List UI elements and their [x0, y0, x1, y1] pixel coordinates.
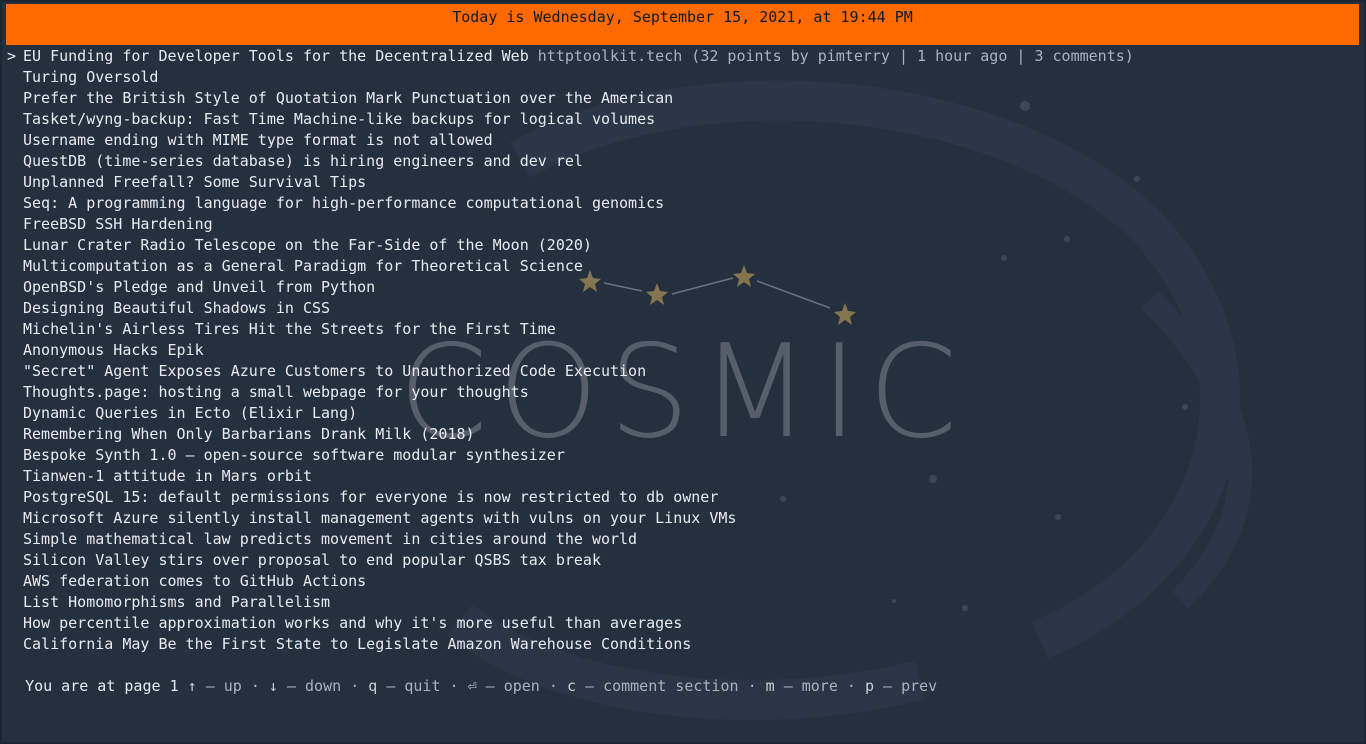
hint-key: ⏎ — [467, 677, 477, 695]
story-title[interactable]: Tianwen-1 attitude in Mars orbit — [23, 467, 312, 485]
hint-action: open — [503, 677, 540, 695]
date-header: Today is Wednesday, September 15, 2021, … — [6, 4, 1359, 45]
hint-dash: – — [205, 677, 215, 695]
story-title[interactable]: FreeBSD SSH Hardening — [23, 215, 213, 233]
story-row[interactable]: Silicon Valley stirs over proposal to en… — [7, 550, 1134, 571]
story-title[interactable]: QuestDB (time-series database) is hiring… — [23, 152, 583, 170]
story-row[interactable]: OpenBSD's Pledge and Unveil from Python — [7, 277, 1134, 298]
hint-dash: – — [585, 677, 595, 695]
page-prefix: You are at page — [25, 677, 161, 695]
story-title[interactable]: Multicomputation as a General Paradigm f… — [23, 257, 583, 275]
status-bar: You are at page 1 ↑ – up · ↓ – down · q … — [7, 655, 937, 697]
story-row[interactable]: Thoughts.page: hosting a small webpage f… — [7, 382, 1134, 403]
story-title[interactable]: Designing Beautiful Shadows in CSS — [23, 299, 330, 317]
story-row[interactable]: FreeBSD SSH Hardening — [7, 214, 1134, 235]
story-row[interactable]: Remembering When Only Barbarians Drank M… — [7, 424, 1134, 445]
story-title[interactable]: Lunar Crater Radio Telescope on the Far-… — [23, 236, 592, 254]
story-list: > EU Funding for Developer Tools for the … — [7, 46, 1134, 655]
story-meta: httptoolkit.tech (32 points by pimterry … — [537, 47, 1134, 65]
hint-key: ↓ — [268, 677, 278, 695]
story-row[interactable]: Unplanned Freefall? Some Survival Tips — [7, 172, 1134, 193]
story-title[interactable]: Microsoft Azure silently install managem… — [23, 509, 736, 527]
story-title[interactable]: Silicon Valley stirs over proposal to en… — [23, 551, 601, 569]
story-row[interactable]: Multicomputation as a General Paradigm f… — [7, 256, 1134, 277]
story-row[interactable]: How percentile approximation works and w… — [7, 613, 1134, 634]
hint-separator: · — [250, 677, 260, 695]
story-title[interactable]: Michelin's Airless Tires Hit the Streets… — [23, 320, 556, 338]
hint-key: q — [368, 677, 378, 695]
story-row[interactable]: Bespoke Synth 1.0 – open-source software… — [7, 445, 1134, 466]
story-title[interactable]: OpenBSD's Pledge and Unveil from Python — [23, 278, 375, 296]
hint-key: c — [566, 677, 576, 695]
story-row[interactable]: Michelin's Airless Tires Hit the Streets… — [7, 319, 1134, 340]
hint-separator: · — [846, 677, 856, 695]
story-row[interactable]: Microsoft Azure silently install managem… — [7, 508, 1134, 529]
hint-key: ↑ — [187, 677, 197, 695]
story-row[interactable]: QuestDB (time-series database) is hiring… — [7, 151, 1134, 172]
hint-separator: · — [350, 677, 360, 695]
hint-dash: – — [386, 677, 396, 695]
story-title[interactable]: Tasket/wyng-backup: Fast Time Machine-li… — [23, 110, 655, 128]
story-row[interactable]: Tianwen-1 attitude in Mars orbit — [7, 466, 1134, 487]
story-row[interactable]: Anonymous Hacks Epik — [7, 340, 1134, 361]
story-title[interactable]: Simple mathematical law predicts movemen… — [23, 530, 637, 548]
hint-dash: – — [783, 677, 793, 695]
story-title[interactable]: Remembering When Only Barbarians Drank M… — [23, 425, 475, 443]
hint-separator: · — [449, 677, 459, 695]
hint-dash: – — [286, 677, 296, 695]
story-title[interactable]: Bespoke Synth 1.0 – open-source software… — [23, 446, 565, 464]
hint-action: more — [801, 677, 838, 695]
selection-cursor: > — [7, 47, 17, 65]
hint-dash: – — [883, 677, 893, 695]
story-row[interactable]: Username ending with MIME type format is… — [7, 130, 1134, 151]
hint-separator: · — [548, 677, 558, 695]
hint-action: up — [223, 677, 242, 695]
story-row[interactable]: List Homomorphisms and Parallelism — [7, 592, 1134, 613]
story-title[interactable]: California May Be the First State to Leg… — [23, 635, 691, 653]
story-title[interactable]: Dynamic Queries in Ecto (Elixir Lang) — [23, 404, 357, 422]
hint-action: quit — [404, 677, 441, 695]
story-row-selected[interactable]: > EU Funding for Developer Tools for the … — [7, 46, 1134, 67]
story-row[interactable]: Prefer the British Style of Quotation Ma… — [7, 88, 1134, 109]
story-row[interactable]: "Secret" Agent Exposes Azure Customers t… — [7, 361, 1134, 382]
key-hints: ↑ – up · ↓ – down · q – quit · ⏎ – open … — [188, 677, 938, 695]
story-title[interactable]: Thoughts.page: hosting a small webpage f… — [23, 383, 529, 401]
date-header-text: Today is Wednesday, September 15, 2021, … — [452, 8, 913, 26]
story-title[interactable]: Prefer the British Style of Quotation Ma… — [23, 89, 673, 107]
hint-separator: · — [747, 677, 757, 695]
story-row[interactable]: Turing Oversold — [7, 67, 1134, 88]
story-title[interactable]: Seq: A programming language for high-per… — [23, 194, 664, 212]
page-number: 1 — [169, 677, 179, 695]
story-row[interactable]: AWS federation comes to GitHub Actions — [7, 571, 1134, 592]
hint-key: p — [864, 677, 874, 695]
story-row[interactable]: PostgreSQL 15: default permissions for e… — [7, 487, 1134, 508]
story-title[interactable]: Turing Oversold — [23, 68, 158, 86]
story-title[interactable]: EU Funding for Developer Tools for the D… — [23, 47, 529, 65]
story-row[interactable]: Dynamic Queries in Ecto (Elixir Lang) — [7, 403, 1134, 424]
story-title[interactable]: AWS federation comes to GitHub Actions — [23, 572, 366, 590]
story-row[interactable]: Simple mathematical law predicts movemen… — [7, 529, 1134, 550]
story-row[interactable]: California May Be the First State to Leg… — [7, 634, 1134, 655]
hint-action: comment section — [603, 677, 739, 695]
hint-action: prev — [901, 677, 938, 695]
story-title[interactable]: Anonymous Hacks Epik — [23, 341, 204, 359]
story-row[interactable]: Lunar Crater Radio Telescope on the Far-… — [7, 235, 1134, 256]
story-title[interactable]: How percentile approximation works and w… — [23, 614, 682, 632]
hint-key: m — [765, 677, 775, 695]
story-title[interactable]: "Secret" Agent Exposes Azure Customers t… — [23, 362, 646, 380]
hint-dash: – — [485, 677, 495, 695]
story-row[interactable]: Tasket/wyng-backup: Fast Time Machine-li… — [7, 109, 1134, 130]
story-row[interactable]: Seq: A programming language for high-per… — [7, 193, 1134, 214]
story-row[interactable]: Designing Beautiful Shadows in CSS — [7, 298, 1134, 319]
story-title[interactable]: Unplanned Freefall? Some Survival Tips — [23, 173, 366, 191]
story-title[interactable]: PostgreSQL 15: default permissions for e… — [23, 488, 718, 506]
hint-action: down — [305, 677, 342, 695]
story-title[interactable]: Username ending with MIME type format is… — [23, 131, 493, 149]
story-title[interactable]: List Homomorphisms and Parallelism — [23, 593, 330, 611]
